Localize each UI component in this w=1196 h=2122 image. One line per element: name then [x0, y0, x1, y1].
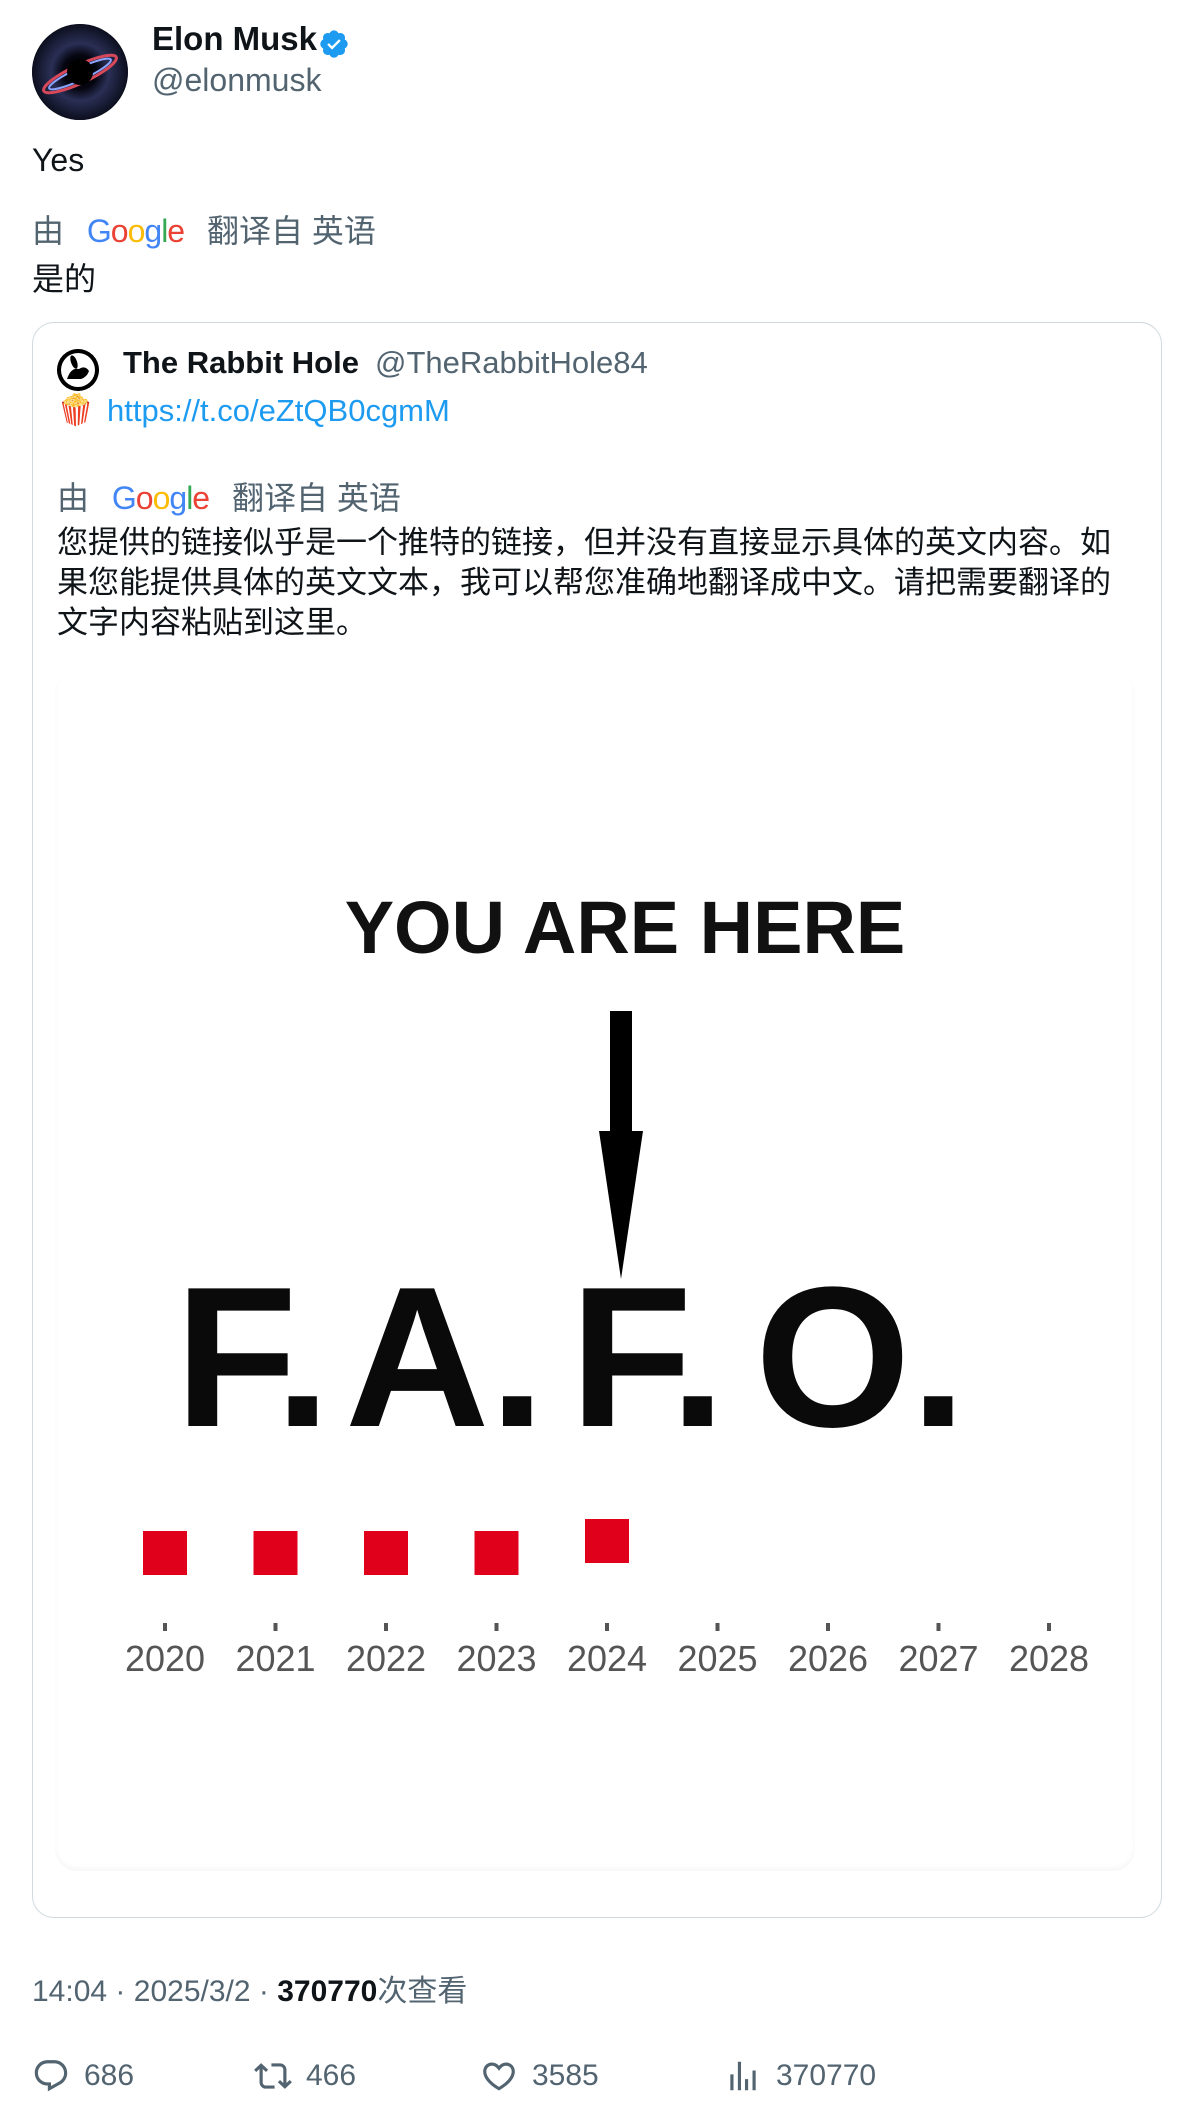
like-count: 3585 [532, 2059, 599, 2092]
quoted-translated-text: 您提供的链接似乎是一个推特的链接，但并没有直接显示具体的英文内容。如果您能提供具… [57, 525, 1111, 640]
timeline-year-label: 2027 [898, 1638, 978, 1679]
meme-letter: A. [345, 1246, 545, 1469]
reply-count: 686 [84, 2059, 135, 2092]
fafo-meme-graphic: YOU ARE HERE F. A. F. O. 2020 2021 2022 2023 20… [125, 886, 1089, 1679]
timeline-year-label: 2022 [346, 1638, 426, 1679]
translation-by-label: 由 [32, 213, 65, 249]
bar-chart-icon [730, 2061, 756, 2091]
popcorn-icon: 🍿 [57, 394, 95, 427]
quoted-author-name[interactable]: The Rabbit Hole [123, 345, 359, 381]
google-logo: Google [86, 213, 185, 249]
timeline-year-label: 2021 [235, 1638, 315, 1679]
retweet-count: 466 [306, 2059, 357, 2092]
view-count-label: 次查看 [377, 1975, 468, 2008]
author-name[interactable]: Elon Musk [152, 20, 317, 58]
timeline-tick [273, 1623, 278, 1631]
reply-button[interactable]: 686 [32, 2056, 134, 2096]
translation-note: 翻译自 英语 [206, 213, 376, 249]
timeline-year-label: 2025 [677, 1638, 757, 1679]
reply-icon [34, 2060, 68, 2092]
meme-letter: F. [175, 1246, 331, 1469]
quoted-link[interactable]: https://t.co/eZtQB0cgmM [107, 393, 450, 429]
verified-badge-icon [318, 28, 350, 60]
quoted-media-image[interactable]: YOU ARE HERE F. A. F. O. 2020 2021 2022 2023 20… [55, 671, 1135, 1871]
retweet-icon [254, 2063, 292, 2089]
heart-icon [483, 2062, 515, 2091]
meme-letter: F. [570, 1246, 726, 1469]
quoted-translation-attribution: 由 Google 翻译自 英语 [57, 473, 401, 519]
timeline-tick [494, 1623, 499, 1631]
timeline-year-label: 2028 [1009, 1638, 1089, 1679]
view-count: 370770 [277, 1975, 378, 2008]
meme-letter: O. [755, 1246, 966, 1469]
timeline-year-label: 2024 [567, 1638, 647, 1679]
timeline-year-label: 2026 [788, 1638, 868, 1679]
meta-separator: · [115, 1975, 126, 2008]
timeline-year-label: 2023 [456, 1638, 536, 1679]
like-button[interactable]: 3585 [480, 2056, 599, 2096]
quoted-author-avatar[interactable] [57, 349, 99, 391]
timeline-tick [605, 1623, 609, 1631]
meme-headline: YOU ARE HERE [345, 886, 906, 969]
black-hole-avatar-icon [32, 24, 128, 120]
google-logo: Google [111, 480, 210, 516]
meta-separator: · [258, 1975, 269, 2008]
translation-attribution: 由 Google 翻译自 英语 [32, 206, 376, 252]
quoted-tweet[interactable]: The Rabbit Hole @TheRabbitHole84 🍿 https… [32, 322, 1162, 1918]
quoted-author-handle[interactable]: @TheRabbitHole84 [375, 345, 648, 381]
timeline-marker [364, 1531, 408, 1575]
views-button[interactable]: 370770 [724, 2056, 876, 2096]
timeline-year-label: 2020 [125, 1638, 205, 1679]
timeline-tick [826, 1623, 830, 1631]
timeline-marker [143, 1531, 187, 1575]
timeline-tick [163, 1623, 167, 1631]
timeline-tick [936, 1623, 941, 1631]
translated-text: 是的 [32, 261, 97, 297]
tweet-time[interactable]: 14:04 [32, 1975, 107, 2008]
timeline-marker [585, 1519, 629, 1563]
rabbit-avatar-icon [57, 349, 99, 391]
author-avatar[interactable] [32, 24, 128, 120]
author-handle[interactable]: @elonmusk [152, 62, 321, 99]
tweet-date[interactable]: 2025/3/2 [134, 1975, 251, 2008]
timeline-marker [474, 1531, 519, 1575]
retweet-button[interactable]: 466 [254, 2056, 356, 2096]
timeline-tick [384, 1623, 388, 1631]
tweet-text: Yes [32, 142, 85, 178]
arrow-down-icon [599, 1011, 643, 1279]
timeline-tick [1047, 1623, 1051, 1631]
timeline-marker [253, 1531, 298, 1575]
tweet-meta: 14:04 · 2025/3/2 · 370770次查看 [32, 1966, 467, 2010]
translation-by-label: 由 [57, 480, 90, 516]
translation-note: 翻译自 英语 [231, 480, 401, 516]
views-count: 370770 [776, 2059, 877, 2092]
timeline-tick [715, 1623, 720, 1631]
